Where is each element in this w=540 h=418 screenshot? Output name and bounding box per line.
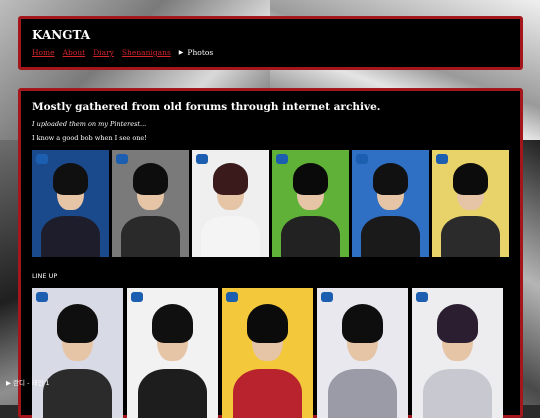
lineup-heading: LINE UP	[32, 272, 58, 280]
figure-hair	[436, 303, 479, 343]
figure-hair	[246, 303, 289, 343]
sm-logo-icon	[436, 154, 448, 164]
sm-logo-icon	[356, 154, 368, 164]
nav-diary-link[interactable]: Diary	[93, 48, 114, 57]
gallery-photo[interactable]	[192, 150, 269, 257]
figure-hair	[56, 303, 99, 343]
figure-body	[422, 368, 493, 418]
figure-body	[232, 368, 303, 418]
figure-hair	[52, 162, 89, 195]
sm-logo-icon	[116, 154, 128, 164]
sm-logo-icon	[321, 292, 333, 302]
figure-body	[361, 216, 420, 257]
pinterest-note: I uploaded them on my Pinterest...	[32, 120, 147, 128]
figure-body	[41, 216, 100, 257]
sm-logo-icon	[36, 292, 48, 302]
gallery-photo[interactable]	[432, 150, 509, 257]
lineup-photo[interactable]	[222, 288, 313, 418]
gallery-photo[interactable]	[272, 150, 349, 257]
nav-shenanigans-link[interactable]: Shenanigans	[122, 48, 171, 57]
figure-body	[441, 216, 500, 257]
lineup-photo[interactable]	[412, 288, 503, 418]
figure-hair	[292, 162, 329, 195]
gallery-photo[interactable]	[352, 150, 429, 257]
sm-logo-icon	[36, 154, 48, 164]
sm-logo-icon	[416, 292, 428, 302]
lineup-photo[interactable]	[317, 288, 408, 418]
nav-home-link[interactable]: Home	[32, 48, 55, 57]
figure-hair	[452, 162, 489, 195]
figure-body	[121, 216, 180, 257]
site-title: KANGTA	[32, 28, 91, 42]
sm-logo-icon	[276, 154, 288, 164]
sm-logo-icon	[131, 292, 143, 302]
figure-body	[281, 216, 340, 257]
lineup-photo[interactable]	[32, 288, 123, 418]
nav-bar: Home About Diary Shenanigans ▶ Photos	[32, 48, 509, 57]
figure-hair	[341, 303, 384, 343]
gallery-photo[interactable]	[112, 150, 189, 257]
sm-logo-icon	[196, 154, 208, 164]
page-title: Mostly gathered from old forums through …	[32, 101, 381, 113]
lineup-gallery	[32, 288, 509, 418]
figure-hair	[132, 162, 169, 195]
content-panel: Mostly gathered from old forums through …	[18, 88, 523, 418]
sm-logo-icon	[226, 292, 238, 302]
figure-body	[137, 368, 208, 418]
current-page-marker-icon: ▶	[178, 49, 184, 56]
figure-hair	[151, 303, 194, 343]
figure-body	[42, 368, 113, 418]
figure-hair	[212, 162, 249, 195]
figure-body	[201, 216, 260, 257]
lineup-photo[interactable]	[127, 288, 218, 418]
header-panel: KANGTA Home About Diary Shenanigans ▶ Ph…	[18, 16, 523, 70]
figure-hair	[372, 162, 409, 195]
nav-about-link[interactable]: About	[63, 48, 86, 57]
bob-note: I know a good bob when I see one!	[32, 134, 147, 142]
current-page-label: Photos	[187, 48, 214, 57]
music-player-widget[interactable]: ▶ 란디 - 레인 1	[6, 377, 50, 387]
figure-body	[327, 368, 398, 418]
photo-gallery	[32, 150, 509, 257]
gallery-photo[interactable]	[32, 150, 109, 257]
